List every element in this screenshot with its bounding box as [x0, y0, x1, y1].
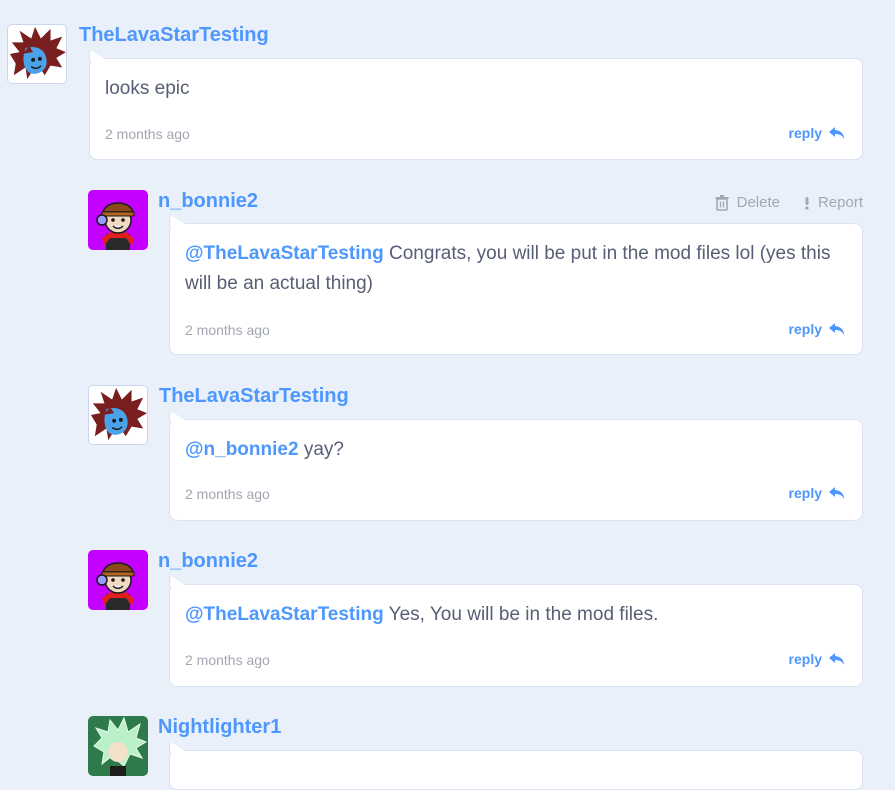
comment-username[interactable]: TheLavaStarTesting [159, 385, 349, 408]
mention-link[interactable]: @TheLavaStarTesting [185, 604, 384, 625]
user-avatar[interactable] [88, 716, 148, 776]
mention-link[interactable]: @n_bonnie2 [185, 439, 299, 460]
exclamation-icon [804, 195, 810, 211]
comment-body: looks epic [105, 78, 190, 99]
comment-text: @n_bonnie2 yay? [185, 435, 842, 465]
comment-actions: Delete Report [715, 194, 863, 211]
delete-button[interactable]: Delete [715, 194, 780, 211]
comment-timestamp: 2 months ago [105, 126, 190, 142]
delete-label: Delete [736, 194, 780, 211]
report-label: Report [817, 194, 863, 211]
reply-arrow-icon [828, 651, 846, 667]
comment-bubble: @TheLavaStarTesting Yes, You will be in … [169, 584, 863, 687]
comment-timestamp: 2 months ago [185, 652, 270, 668]
comment-body: yay? [303, 439, 344, 460]
reply-button[interactable]: reply [789, 125, 846, 141]
comment-timestamp: 2 months ago [185, 322, 270, 338]
reply-label: reply [788, 651, 822, 667]
comment-text: looks epic [105, 74, 842, 104]
lava-star-avatar-icon [8, 25, 66, 83]
comment-body: Yes, You will be in the mod files. [388, 604, 659, 625]
comment: n_bonnie2 @TheLavaStarTesting Yes, You w… [0, 540, 895, 690]
trash-icon [715, 195, 729, 211]
comment-bubble: @n_bonnie2 yay? 2 months ago reply [169, 419, 863, 521]
comment-bubble: looks epic 2 months ago reply [89, 58, 863, 160]
reply-label: reply [788, 125, 822, 141]
comment-timestamp: 2 months ago [185, 486, 270, 502]
reply-label: reply [788, 485, 822, 501]
comment-text: @TheLavaStarTesting Congrats, you will b… [185, 239, 842, 299]
reply-button[interactable]: reply [789, 651, 846, 667]
user-avatar[interactable] [88, 190, 148, 250]
comment-text: @TheLavaStarTesting Yes, You will be in … [185, 600, 842, 630]
reply-arrow-icon [828, 485, 846, 501]
reply-label: reply [788, 321, 822, 337]
user-avatar[interactable] [7, 24, 67, 84]
comment: TheLavaStarTesting @n_bonnie2 yay? 2 mon… [0, 375, 895, 525]
comment-username[interactable]: Nightlighter1 [158, 716, 281, 739]
comment: n_bonnie2 Delete Report @TheLavaStarTest… [0, 180, 895, 360]
reply-arrow-icon [828, 125, 846, 141]
reply-button[interactable]: reply [789, 485, 846, 501]
comment-bubble: @TheLavaStarTesting Congrats, you will b… [169, 223, 863, 355]
nightlighter-avatar-icon [88, 716, 148, 776]
bonnie-avatar-icon [88, 190, 148, 250]
mention-link[interactable]: @TheLavaStarTesting [185, 243, 384, 264]
comment-bubble [169, 750, 863, 790]
comment-username[interactable]: n_bonnie2 [158, 190, 258, 213]
report-button[interactable]: Report [804, 194, 863, 211]
comment-username[interactable]: n_bonnie2 [158, 550, 258, 573]
user-avatar[interactable] [88, 385, 148, 445]
reply-arrow-icon [828, 321, 846, 337]
lava-star-avatar-icon [89, 386, 147, 444]
bonnie-avatar-icon [88, 550, 148, 610]
comment-username[interactable]: TheLavaStarTesting [79, 24, 269, 47]
comment: TheLavaStarTesting looks epic 2 months a… [0, 0, 895, 170]
comment: Nightlighter1 [0, 706, 895, 790]
reply-button[interactable]: reply [789, 321, 846, 337]
user-avatar[interactable] [88, 550, 148, 610]
